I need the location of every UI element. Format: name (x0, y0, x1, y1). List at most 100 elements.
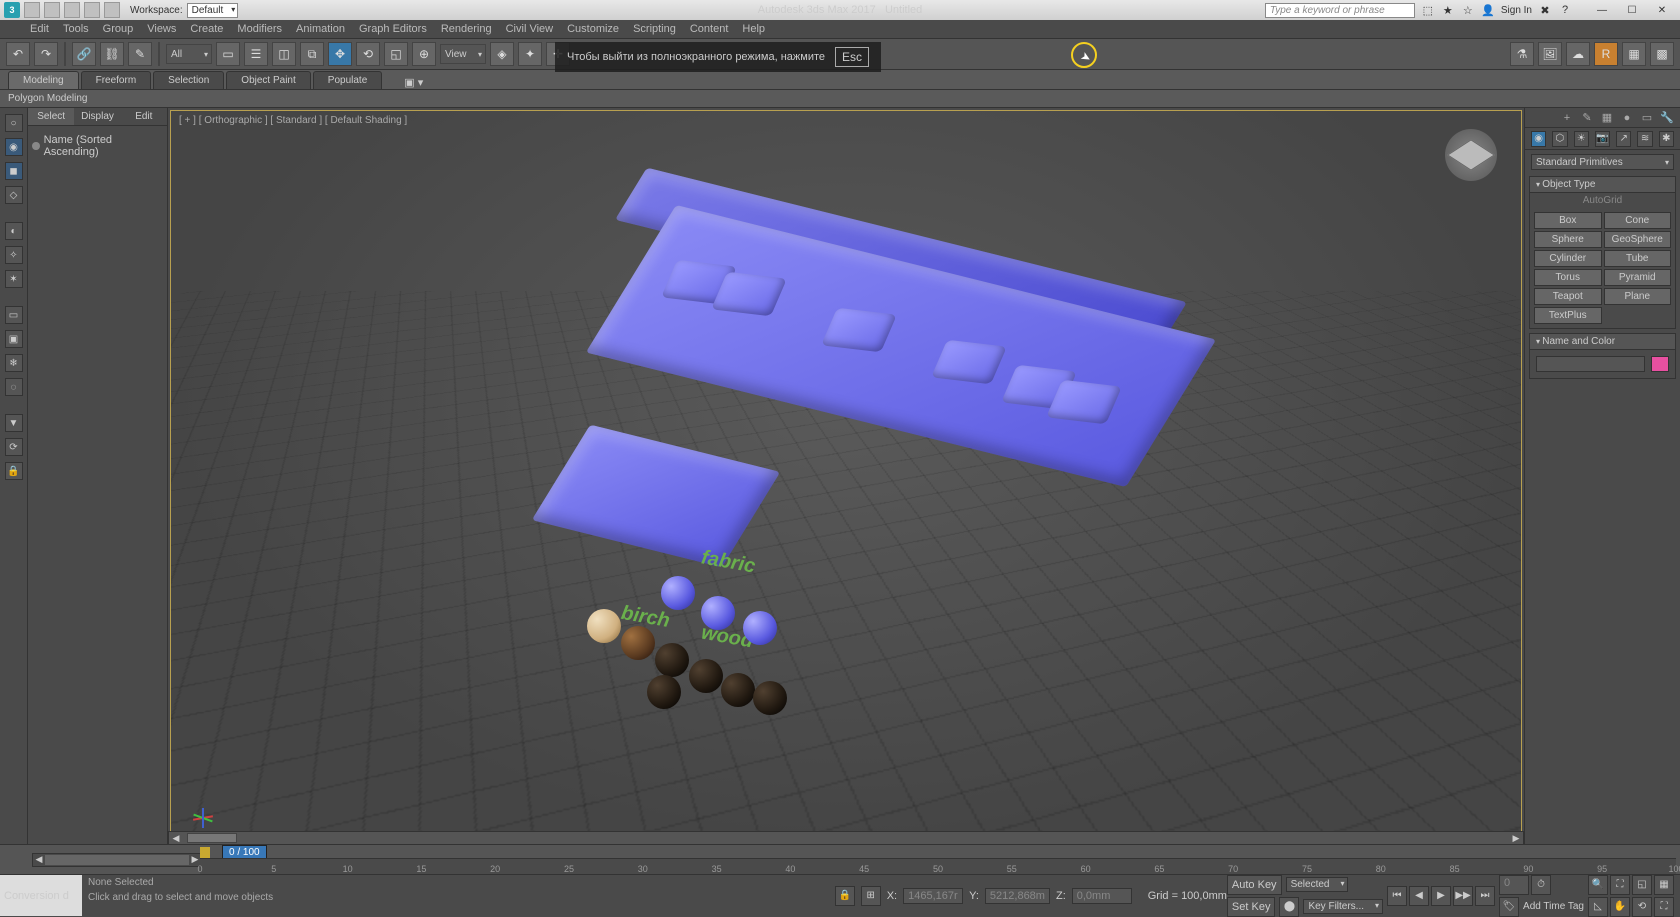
se-cameras-icon[interactable]: ◐ (5, 222, 23, 240)
se-sort-icon[interactable]: ▼ (5, 414, 23, 432)
create-teapot-button[interactable]: Teapot (1534, 288, 1602, 305)
scene-tab-edit[interactable]: Edit (121, 108, 167, 125)
manipulate-icon[interactable]: ✦ (518, 42, 542, 66)
zoom-extents-icon[interactable]: ◱ (1632, 875, 1652, 895)
scene-tab-display[interactable]: Display (74, 108, 120, 125)
select-name-icon[interactable]: ☰ (244, 42, 268, 66)
user-icon[interactable]: 👤 (1481, 3, 1495, 17)
time-config-icon[interactable]: ⏱ (1531, 875, 1551, 895)
qat-redo-icon[interactable] (104, 2, 120, 18)
autokey-button[interactable]: Auto Key (1227, 875, 1282, 895)
prev-frame-icon[interactable]: ◀ (1409, 886, 1429, 906)
time-ruler[interactable]: 0510152025303540455055606570758085909510… (200, 858, 1676, 874)
render-production-icon[interactable]: R (1594, 42, 1618, 66)
pan-icon[interactable]: ✋ (1610, 897, 1630, 917)
maximize-viewport-icon[interactable]: ⛶ (1654, 897, 1674, 917)
timetag-icon[interactable]: 🏷 (1499, 897, 1519, 917)
viewport[interactable]: [ + ] [ Orthographic ] [ Standard ] [ De… (170, 110, 1522, 842)
menu-edit[interactable]: Edit (30, 23, 49, 35)
viewport-label[interactable]: [ + ] [ Orthographic ] [ Standard ] [ De… (179, 115, 407, 126)
create-box-button[interactable]: Box (1534, 212, 1602, 229)
setkey-big-icon[interactable]: ⬤ (1279, 897, 1299, 917)
undo-icon[interactable]: ↶ (6, 42, 30, 66)
link-icon[interactable]: 🔗 (72, 42, 96, 66)
zoom-extents-all-icon[interactable]: ▦ (1654, 875, 1674, 895)
cmd-hierarchy-icon[interactable]: ▦ (1600, 111, 1614, 125)
menu-group[interactable]: Group (103, 23, 134, 35)
create-geosphere-button[interactable]: GeoSphere (1604, 231, 1672, 248)
object-color-swatch[interactable] (1651, 356, 1669, 372)
se-lights-icon[interactable]: ◇ (5, 186, 23, 204)
menu-content[interactable]: Content (690, 23, 729, 35)
move-icon[interactable]: ✥ (328, 42, 352, 66)
track-scroll[interactable]: ◀▶ (32, 853, 202, 867)
menu-animation[interactable]: Animation (296, 23, 345, 35)
create-plane-button[interactable]: Plane (1604, 288, 1672, 305)
material-preview-group[interactable]: fabric birch wood (471, 551, 831, 751)
rollout-header-namecolor[interactable]: Name and Color (1530, 334, 1675, 350)
ribbon-tab-modeling[interactable]: Modeling (8, 71, 79, 89)
help-search-input[interactable]: Type a keyword or phrase (1265, 3, 1415, 18)
select-icon[interactable]: ▭ (216, 42, 240, 66)
qat-undo-icon[interactable] (84, 2, 100, 18)
menu-tools[interactable]: Tools (63, 23, 89, 35)
create-spacewarps-icon[interactable]: ≋ (1637, 131, 1652, 147)
scale-icon[interactable]: ◱ (384, 42, 408, 66)
render-setup-icon[interactable]: ⚗ (1510, 42, 1534, 66)
minimize-button[interactable]: — (1588, 2, 1616, 18)
fov-icon[interactable]: ◺ (1588, 897, 1608, 917)
ribbon-expand-icon[interactable]: ▣ ▾ (404, 76, 423, 89)
menu-civilview[interactable]: Civil View (506, 23, 553, 35)
se-geometry-icon[interactable]: ◉ (5, 138, 23, 156)
pivot-icon[interactable]: ◈ (490, 42, 514, 66)
exchange-icon[interactable]: ✖ (1538, 3, 1552, 17)
workspace-selector[interactable]: Default (187, 3, 239, 18)
qat-open-icon[interactable] (44, 2, 60, 18)
ribbon-tab-selection[interactable]: Selection (153, 71, 224, 89)
zoom-icon[interactable]: 🔍 (1588, 875, 1608, 895)
refcoord-selector[interactable]: View (440, 44, 486, 64)
menu-create[interactable]: Create (190, 23, 223, 35)
selection-filter[interactable]: All (166, 44, 212, 64)
cmd-add-icon[interactable]: + (1560, 111, 1574, 125)
help-icon[interactable]: ? (1558, 3, 1572, 17)
se-hidden-icon[interactable]: ◌ (5, 378, 23, 396)
ribbon-tab-populate[interactable]: Populate (313, 71, 382, 89)
app-icon[interactable]: 3 (4, 2, 20, 18)
render-last-icon[interactable]: ▦ (1622, 42, 1646, 66)
star2-icon[interactable]: ☆ (1461, 3, 1475, 17)
create-systems-icon[interactable]: ✱ (1659, 131, 1674, 147)
scene-sofa[interactable] (511, 221, 1131, 521)
play-icon[interactable]: ▶ (1431, 886, 1451, 906)
se-helpers-icon[interactable]: ✧ (5, 246, 23, 264)
se-container-icon[interactable]: ▣ (5, 330, 23, 348)
ribbon-panel-label[interactable]: Polygon Modeling (8, 93, 88, 104)
se-display-all-icon[interactable]: ○ (5, 114, 23, 132)
lock-selection-icon[interactable]: 🔒 (835, 886, 855, 906)
create-cone-button[interactable]: Cone (1604, 212, 1672, 229)
render-icon[interactable]: ☁ (1566, 42, 1590, 66)
se-sync-icon[interactable]: ⟳ (5, 438, 23, 456)
subscription-icon[interactable]: ⬚ (1421, 3, 1435, 17)
create-cameras-icon[interactable]: 📷 (1595, 131, 1610, 147)
menu-modifiers[interactable]: Modifiers (237, 23, 282, 35)
create-cylinder-button[interactable]: Cylinder (1534, 250, 1602, 267)
ribbon-tab-freeform[interactable]: Freeform (81, 71, 152, 89)
create-category-selector[interactable]: Standard Primitives (1531, 154, 1674, 170)
cmd-display-icon[interactable]: ▭ (1640, 111, 1654, 125)
menu-rendering[interactable]: Rendering (441, 23, 492, 35)
qat-save-icon[interactable] (64, 2, 80, 18)
scene-tab-select[interactable]: Select (28, 108, 74, 125)
scene-column-header[interactable]: Name (Sorted Ascending) (32, 130, 163, 162)
create-tube-button[interactable]: Tube (1604, 250, 1672, 267)
menu-scripting[interactable]: Scripting (633, 23, 676, 35)
cmd-modify-icon[interactable]: ✎ (1580, 111, 1594, 125)
scroll-right-icon[interactable]: ▶ (1509, 833, 1523, 844)
create-lights-icon[interactable]: ☀ (1574, 131, 1589, 147)
setkey-button[interactable]: Set Key (1227, 897, 1276, 917)
select-region-icon[interactable]: ◫ (272, 42, 296, 66)
menu-customize[interactable]: Customize (567, 23, 619, 35)
close-button[interactable]: ✕ (1648, 2, 1676, 18)
cmd-utilities-icon[interactable]: 🔧 (1660, 111, 1674, 125)
cmd-motion-icon[interactable]: ● (1620, 111, 1634, 125)
